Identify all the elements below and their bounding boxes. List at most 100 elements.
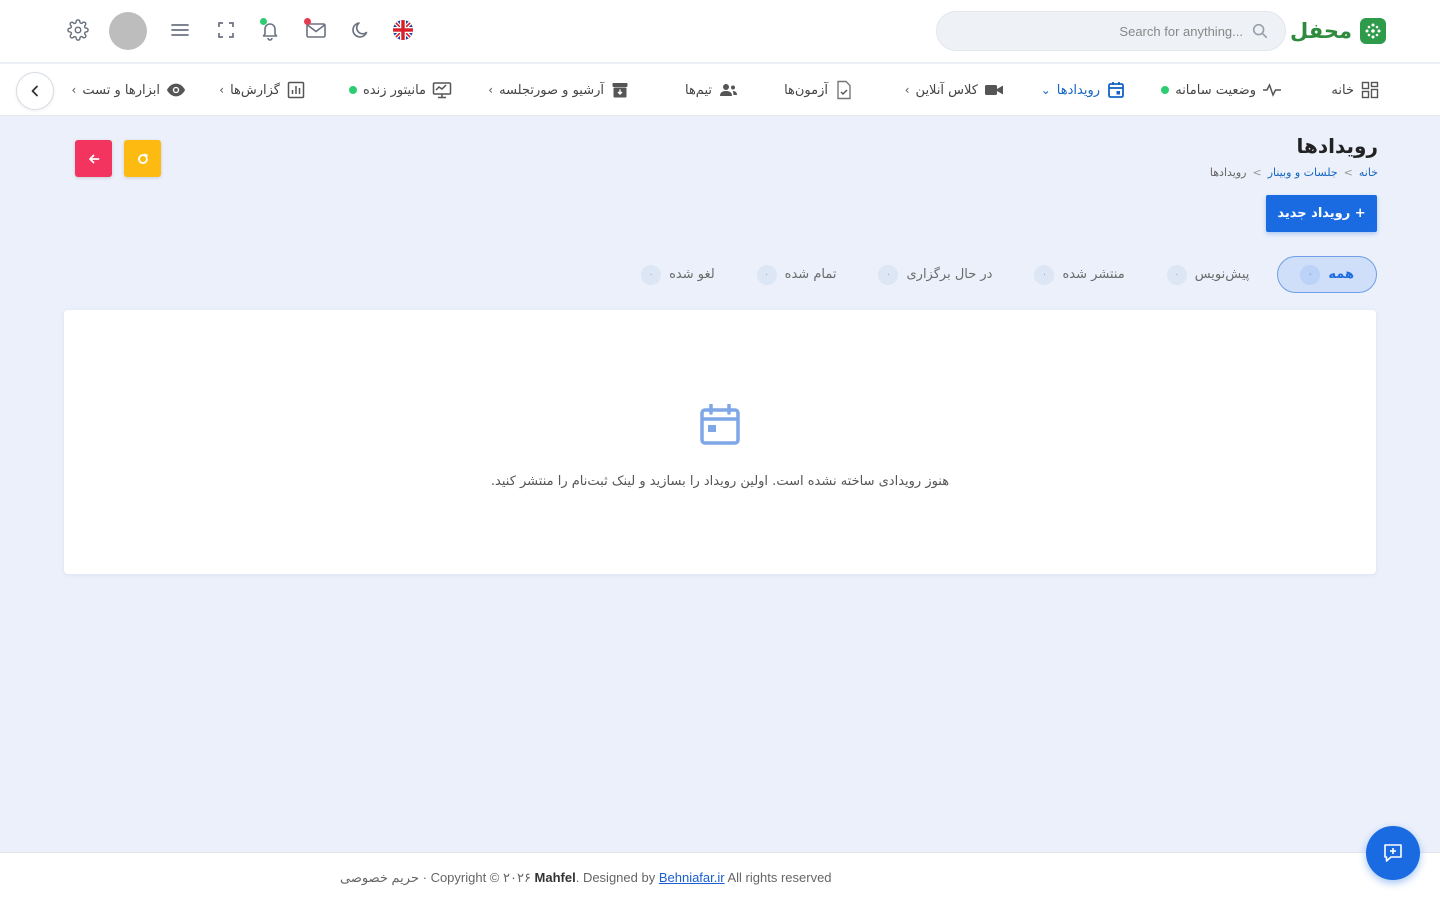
video-icon bbox=[984, 80, 1004, 100]
nav-item-online-class[interactable]: کلاس آنلاین › bbox=[905, 64, 1004, 116]
live-status-dot bbox=[1161, 86, 1170, 94]
breadcrumb-current: رویدادها bbox=[1209, 166, 1247, 179]
team-icon bbox=[718, 80, 738, 100]
calendar-icon bbox=[700, 404, 740, 445]
nav-item-label: کلاس آنلاین bbox=[915, 82, 978, 98]
nav-item-label: ابزارها و تست bbox=[82, 82, 160, 98]
tab-label: پیش‌نویس bbox=[1194, 267, 1250, 282]
back-button[interactable] bbox=[75, 140, 112, 177]
tab-cancelled[interactable]: لغو شده ۰ bbox=[627, 256, 729, 293]
exam-icon bbox=[834, 80, 854, 100]
tab-all[interactable]: همه ۰ bbox=[1277, 256, 1377, 293]
moon-icon[interactable] bbox=[349, 18, 373, 42]
footer: حریم خصوصی · Copyright © ۲۰۲۶ Mahfel. De… bbox=[0, 852, 1440, 900]
nav-item-tools[interactable]: ابزارها و تست › bbox=[72, 64, 186, 116]
bell-icon[interactable] bbox=[258, 18, 282, 42]
live-status-dot bbox=[348, 86, 357, 94]
breadcrumb: خانه > جلسات و وبینار > رویدادها bbox=[1210, 166, 1378, 179]
breadcrumb-section[interactable]: جلسات و وبینار bbox=[1268, 166, 1338, 179]
nav-item-label: مانیتور زنده bbox=[362, 82, 426, 98]
nav-scroll-button[interactable] bbox=[16, 72, 54, 110]
new-event-button[interactable]: + رویداد جدید bbox=[1266, 195, 1377, 232]
eye-icon bbox=[166, 80, 186, 100]
nav-item-label: خانه bbox=[1331, 82, 1354, 98]
chat-support-button[interactable] bbox=[1366, 826, 1420, 880]
tab-count-badge: ۰ bbox=[1034, 264, 1055, 285]
fullscreen-icon[interactable] bbox=[214, 18, 238, 42]
tab-label: تمام شده bbox=[784, 267, 837, 282]
page-title: رویدادها bbox=[1296, 134, 1378, 158]
tab-count-badge: ۰ bbox=[756, 264, 777, 285]
tab-label: همه bbox=[1328, 267, 1354, 282]
report-icon bbox=[286, 80, 306, 100]
nav-item-label: تیم‌ها bbox=[684, 82, 712, 98]
footer-text: حریم خصوصی · Copyright © ۲۰۲۶ Mahfel. De… bbox=[340, 870, 832, 886]
chevron-down-icon: ⌄ bbox=[1040, 83, 1051, 97]
copyright-text: Copyright © ۲۰۲۶ bbox=[430, 870, 535, 885]
search-input[interactable] bbox=[953, 23, 1243, 39]
privacy-link[interactable]: حریم خصوصی bbox=[340, 870, 419, 885]
tab-label: منتشر شده bbox=[1062, 267, 1125, 282]
chevron-left-icon bbox=[31, 85, 38, 97]
search-box bbox=[936, 11, 1286, 51]
tab-count-badge: ۰ bbox=[878, 264, 899, 285]
tab-draft[interactable]: پیش‌نویس ۰ bbox=[1153, 256, 1264, 293]
breadcrumb-home[interactable]: خانه bbox=[1359, 166, 1378, 179]
main-navbar: خانه وضعیت سامانه رویدادها ⌄ کلاس آنلاین… bbox=[0, 64, 1440, 116]
nav-item-exams[interactable]: آزمون‌ها bbox=[784, 64, 854, 116]
nav-item-reports[interactable]: گزارش‌ها › bbox=[219, 64, 306, 116]
refresh-icon bbox=[137, 153, 148, 164]
calendar-icon bbox=[1106, 80, 1126, 100]
mail-unread-dot bbox=[304, 18, 311, 25]
tab-published[interactable]: منتشر شده ۰ bbox=[1020, 256, 1138, 293]
brand-mark-icon bbox=[1360, 18, 1386, 44]
nav-item-label: گزارش‌ها bbox=[230, 82, 280, 98]
footer-brand: Mahfel bbox=[534, 870, 576, 885]
breadcrumb-separator: > bbox=[1252, 166, 1262, 179]
dashboard-icon bbox=[1360, 80, 1380, 100]
tab-count-badge: ۰ bbox=[1300, 264, 1321, 285]
chevron-left-icon: › bbox=[904, 83, 910, 97]
arrow-left-icon bbox=[88, 154, 99, 163]
nav-item-system-status[interactable]: وضعیت سامانه bbox=[1161, 64, 1282, 116]
nav-item-teams[interactable]: تیم‌ها bbox=[685, 64, 738, 116]
breadcrumb-separator: > bbox=[1343, 166, 1353, 179]
menu-icon[interactable] bbox=[168, 18, 192, 42]
nav-item-label: وضعیت سامانه bbox=[1175, 82, 1256, 98]
archive-icon bbox=[610, 80, 630, 100]
avatar[interactable] bbox=[109, 12, 147, 50]
uk-flag-icon[interactable] bbox=[391, 18, 415, 42]
nav-item-label: رویدادها bbox=[1056, 82, 1100, 98]
empty-state-message: هنوز رویدادی ساخته نشده است. اولین رویدا… bbox=[490, 474, 950, 489]
brand-logo[interactable]: محفل bbox=[1290, 15, 1386, 47]
tab-count-badge: ۰ bbox=[641, 264, 662, 285]
nav-item-archive[interactable]: آرشیو و صورتجلسه › bbox=[488, 64, 630, 116]
tab-label: لغو شده bbox=[669, 267, 715, 282]
search-icon[interactable] bbox=[1251, 22, 1269, 40]
status-tabs: همه ۰ پیش‌نویس ۰ منتشر شده ۰ در حال برگز… bbox=[627, 256, 1377, 293]
nav-item-label: آرشیو و صورتجلسه bbox=[499, 82, 604, 98]
nav-item-home[interactable]: خانه bbox=[1331, 64, 1380, 116]
footer-separator: · bbox=[419, 870, 431, 885]
nav-item-label: آزمون‌ها bbox=[784, 82, 828, 98]
top-header: محفل bbox=[0, 0, 1440, 63]
brand-name: محفل bbox=[1290, 19, 1352, 43]
monitor-icon bbox=[432, 80, 452, 100]
chevron-left-icon: › bbox=[219, 83, 225, 97]
tab-count-badge: ۰ bbox=[1166, 264, 1187, 285]
refresh-button[interactable] bbox=[124, 140, 161, 177]
tab-ongoing[interactable]: در حال برگزاری ۰ bbox=[864, 256, 1006, 293]
mail-icon[interactable] bbox=[304, 18, 328, 42]
notification-dot bbox=[260, 18, 267, 25]
pulse-icon bbox=[1262, 80, 1282, 100]
chevron-left-icon: › bbox=[488, 83, 494, 97]
chat-plus-icon bbox=[1384, 844, 1402, 862]
nav-item-events[interactable]: رویدادها ⌄ bbox=[1041, 64, 1126, 116]
settings-icon[interactable] bbox=[66, 18, 90, 42]
tab-label: در حال برگزاری bbox=[906, 267, 993, 282]
chevron-left-icon: › bbox=[71, 83, 77, 97]
nav-item-live-monitor[interactable]: مانیتور زنده bbox=[348, 64, 452, 116]
tab-finished[interactable]: تمام شده ۰ bbox=[743, 256, 851, 293]
rights-text: All rights reserved bbox=[724, 870, 832, 885]
designer-link[interactable]: Behniafar.ir bbox=[659, 870, 725, 885]
